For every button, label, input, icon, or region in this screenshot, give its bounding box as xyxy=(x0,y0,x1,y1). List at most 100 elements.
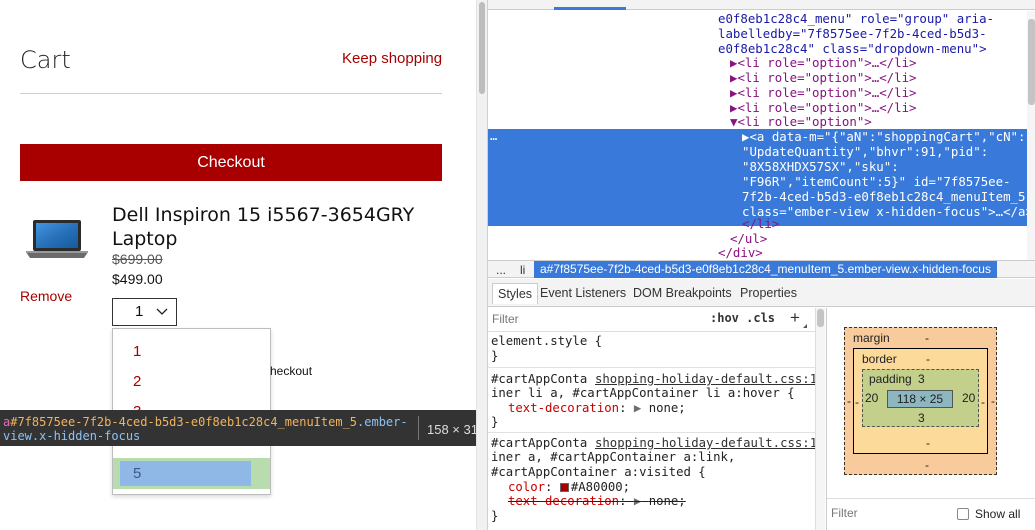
tab-styles[interactable]: Styles xyxy=(492,283,539,304)
page-scrollbar[interactable] xyxy=(476,0,487,530)
rule2-selector-cont[interactable]: #cartAppContainer a:visited { xyxy=(491,465,706,480)
elements-tab-indicator xyxy=(554,7,626,10)
tooltip-id: #7f8575ee-7f2b-4ced-b5d3-e0f8eb1c28c4_me… xyxy=(10,415,358,429)
padding-label: padding xyxy=(869,372,912,386)
remove-link[interactable]: Remove xyxy=(20,288,72,304)
margin-left-value[interactable]: - xyxy=(847,394,851,408)
inspector-tooltip: a#7f8575ee-7f2b-4ced-b5d3-e0f8eb1c28c4_m… xyxy=(0,410,476,446)
tab-properties[interactable]: Properties xyxy=(740,286,797,300)
styles-scrollbar[interactable] xyxy=(815,308,825,530)
show-all-label[interactable]: Show all xyxy=(975,507,1020,521)
quantity-dropdown[interactable]: 1 xyxy=(112,298,177,326)
cart-page: Cart Keep shopping Checkout Dell Inspiro… xyxy=(0,0,476,530)
border-top-value[interactable]: - xyxy=(926,352,930,366)
dom-selected-node[interactable]: … ▶<a data-m="{"aN":"shoppingCart","cN":… xyxy=(488,129,1033,226)
computed-filter-input[interactable]: Filter xyxy=(831,506,858,520)
new-rule-menu-icon[interactable] xyxy=(803,324,807,328)
selected-node-line: ▶<a data-m="{"aN":"shoppingCart","cN": xyxy=(742,129,1026,144)
old-price: $699.00 xyxy=(112,251,163,267)
rule-close: } xyxy=(491,349,499,363)
selected-node-line: "UpdateQuantity","bhvr":91,"pid": xyxy=(742,144,989,159)
dom-li-3[interactable]: ▶<li role="option">…</li> xyxy=(730,85,917,101)
dom-li-5-open[interactable]: ▼<li role="option"> xyxy=(730,114,872,130)
box-model-margin[interactable]: margin - - - - border - - - - padding 3 … xyxy=(844,327,997,475)
rule-close: } xyxy=(491,509,499,523)
devtools-tabbar[interactable] xyxy=(488,0,1035,10)
tooltip-divider xyxy=(418,416,419,440)
padding-left-value[interactable]: 20 xyxy=(865,391,878,405)
dom-li-1[interactable]: ▶<li role="option">…</li> xyxy=(730,55,917,71)
tooltip-dimensions: 158 × 31 xyxy=(427,422,476,437)
product-name-link[interactable]: Dell Inspiron 15 i5567-3654GRY Laptop xyxy=(112,203,432,251)
computed-filter-bar: Filter Show all xyxy=(827,498,1035,522)
new-price: $499.00 xyxy=(112,271,163,287)
rule-divider xyxy=(488,367,815,368)
styles-filter-input[interactable]: Filter xyxy=(492,312,519,326)
rule2-selector-cont[interactable]: iner a, #cartAppContainer a:link, xyxy=(491,450,735,465)
dom-li-2[interactable]: ▶<li role="option">…</li> xyxy=(730,70,917,86)
chevron-down-icon xyxy=(156,308,168,315)
margin-right-value[interactable]: - xyxy=(991,394,995,408)
page-scrollbar-thumb[interactable] xyxy=(479,2,485,94)
margin-bottom-value[interactable]: - xyxy=(925,458,929,472)
dom-line-1[interactable]: e0f8eb1c28c4_menu" role="group" aria- xyxy=(718,11,994,27)
border-left-value[interactable]: - xyxy=(855,395,859,409)
padding-top-value[interactable]: 3 xyxy=(918,372,925,386)
padding-bottom-value[interactable]: 3 xyxy=(918,411,925,425)
styles-pane[interactable]: element.style { } #cartAppConta shopping… xyxy=(488,333,815,530)
padding-right-value[interactable]: 20 xyxy=(962,391,975,405)
rule1-source-link[interactable]: shopping-holiday-default.css:1 xyxy=(595,372,815,387)
selected-node-line: "F96R","itemCount":5}" id="7f8575ee- xyxy=(742,174,1011,189)
rule1-selector-cont[interactable]: iner li a, #cartAppContainer li a:hover … xyxy=(491,386,795,401)
selected-node-line: "8X58XHDX57SX","sku": xyxy=(742,159,899,174)
devtools-panel: e0f8eb1c28c4_menu" role="group" aria- la… xyxy=(487,0,1035,530)
rule1-selector[interactable]: #cartAppConta xyxy=(491,372,587,387)
laptop-icon xyxy=(26,220,88,258)
rule2-source-link[interactable]: shopping-holiday-default.css:1 xyxy=(595,436,815,451)
checkout-button[interactable]: Checkout xyxy=(20,144,442,181)
margin-top-value[interactable]: - xyxy=(925,331,929,345)
cart-divider xyxy=(20,93,442,94)
keep-shopping-link[interactable]: Keep shopping xyxy=(342,50,442,67)
dom-scrollbar[interactable] xyxy=(1027,11,1035,260)
color-swatch-icon[interactable] xyxy=(559,483,569,492)
selected-node-line: class="ember-view x-hidden-focus">…</a> xyxy=(742,204,1033,219)
quantity-option-2[interactable]: 2 xyxy=(133,373,141,390)
box-model-padding[interactable]: padding 3 20 20 3 118 × 25 xyxy=(862,369,979,427)
selected-node-line: 7f2b-4ced-b5d3-e0f8eb1c28c4_menuItem_5" xyxy=(742,189,1033,204)
selected-node-menu-icon[interactable]: … xyxy=(490,129,497,144)
quantity-option-1[interactable]: 1 xyxy=(133,343,141,360)
breadcrumb-li[interactable]: li xyxy=(520,263,525,277)
rule2-overridden-declaration[interactable]: text-decoration: ▶ none; xyxy=(508,494,686,509)
dom-tree[interactable]: e0f8eb1c28c4_menu" role="group" aria- la… xyxy=(488,11,1033,261)
tab-dom-breakpoints[interactable]: DOM Breakpoints xyxy=(633,286,732,300)
border-bottom-value[interactable]: - xyxy=(926,436,930,450)
rule2-selector[interactable]: #cartAppConta xyxy=(491,436,587,451)
dom-close-li[interactable]: </li> xyxy=(742,216,779,232)
quantity-option-5-highlight[interactable]: 5 xyxy=(113,458,270,489)
breadcrumb-active[interactable]: a#7f8575ee-7f2b-4ced-b5d3-e0f8eb1c28c4_m… xyxy=(534,261,997,278)
breadcrumb: ... li a#7f8575ee-7f2b-4ced-b5d3-e0f8eb1… xyxy=(488,260,1035,278)
rule2-color-declaration[interactable]: color: #A80000; xyxy=(508,480,630,495)
cart-title: Cart xyxy=(20,46,71,74)
dom-line-2[interactable]: labelledby="7f8575ee-7f2b-4ced-b5d3- xyxy=(718,26,987,42)
hov-cls-toggle[interactable]: :hov .cls xyxy=(710,311,775,325)
sidebar-tabs: Styles Event Listeners DOM Breakpoints P… xyxy=(488,279,1035,307)
box-model-border[interactable]: border - - - - padding 3 20 20 3 118 × 2… xyxy=(853,348,988,454)
show-all-checkbox[interactable] xyxy=(957,508,969,520)
element-style-rule[interactable]: element.style { xyxy=(491,334,602,349)
dom-close-div[interactable]: </div> xyxy=(718,245,763,261)
rule1-declaration[interactable]: text-decoration: ▶ none; xyxy=(508,401,686,416)
border-right-value[interactable]: - xyxy=(981,395,985,409)
tooltip-selector: a#7f8575ee-7f2b-4ced-b5d3-e0f8eb1c28c4_m… xyxy=(3,415,413,443)
tab-event-listeners[interactable]: Event Listeners xyxy=(540,286,626,300)
dom-scrollbar-thumb[interactable] xyxy=(1028,19,1035,105)
quantity-option-5[interactable]: 5 xyxy=(133,465,141,482)
styles-scrollbar-thumb[interactable] xyxy=(817,309,824,327)
breadcrumb-more[interactable]: ... xyxy=(496,263,506,277)
rule-divider xyxy=(488,432,815,433)
checkout-partial-text: heckout xyxy=(270,364,313,378)
border-label: border xyxy=(862,352,897,366)
box-model-content[interactable]: 118 × 25 xyxy=(887,390,953,408)
new-rule-button[interactable]: + xyxy=(790,308,800,328)
